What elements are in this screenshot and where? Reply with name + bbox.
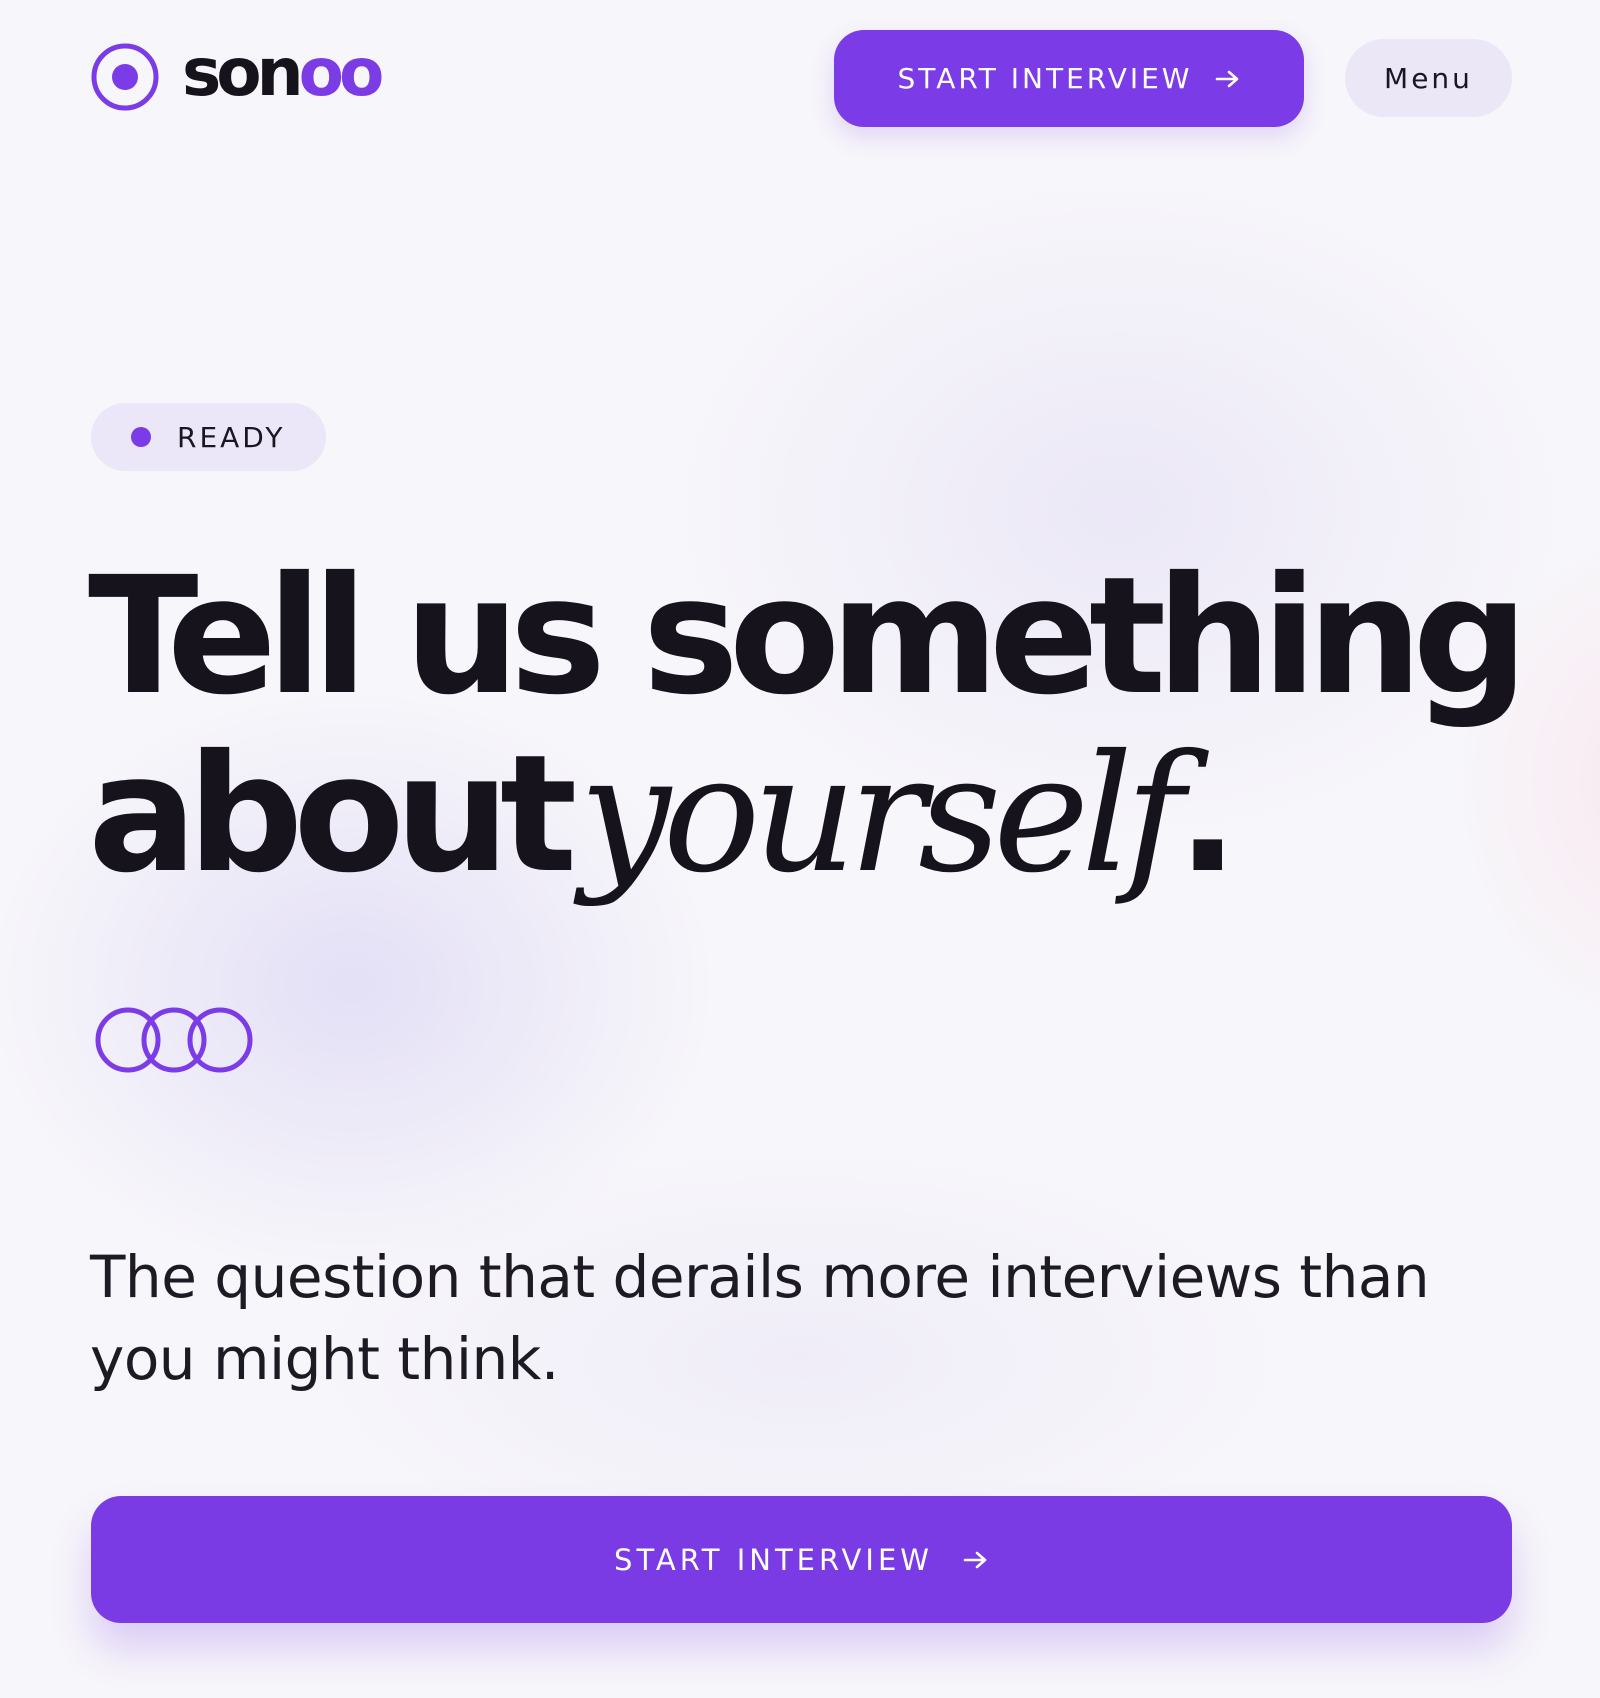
logo-wordmark: sonoo — [182, 38, 384, 108]
logo-wordmark-dark: son — [182, 34, 304, 111]
header-start-interview-button[interactable]: START INTERVIEW — [834, 30, 1304, 127]
status-dot-icon — [131, 427, 151, 447]
start-interview-button[interactable]: START INTERVIEW — [91, 1496, 1512, 1623]
headline-line-2: aboutyourself. — [88, 726, 1528, 904]
status-badge: READY — [91, 403, 326, 471]
headline-line-1: Tell us something — [88, 543, 1528, 731]
headline-period: . — [1176, 721, 1238, 909]
menu-button[interactable]: Menu — [1345, 39, 1512, 117]
page-title: Tell us something aboutyourself. — [88, 548, 1528, 904]
three-rings-icon — [95, 1007, 253, 1073]
logo[interactable]: sonoo — [90, 38, 384, 112]
headline-plain-word: about — [88, 721, 577, 909]
headline-italic-word: yourself — [579, 721, 1185, 909]
logo-icon — [91, 43, 159, 111]
arrow-right-icon — [963, 1551, 987, 1568]
menu-button-label: Menu — [1384, 61, 1473, 95]
status-label: READY — [177, 420, 286, 454]
arrow-right-icon — [1215, 70, 1238, 87]
logo-wordmark-accent: oo — [298, 34, 385, 111]
subtitle: The question that derails more interview… — [90, 1243, 1430, 1393]
header-start-interview-label: START INTERVIEW — [897, 62, 1193, 95]
start-interview-label: START INTERVIEW — [614, 1542, 933, 1577]
